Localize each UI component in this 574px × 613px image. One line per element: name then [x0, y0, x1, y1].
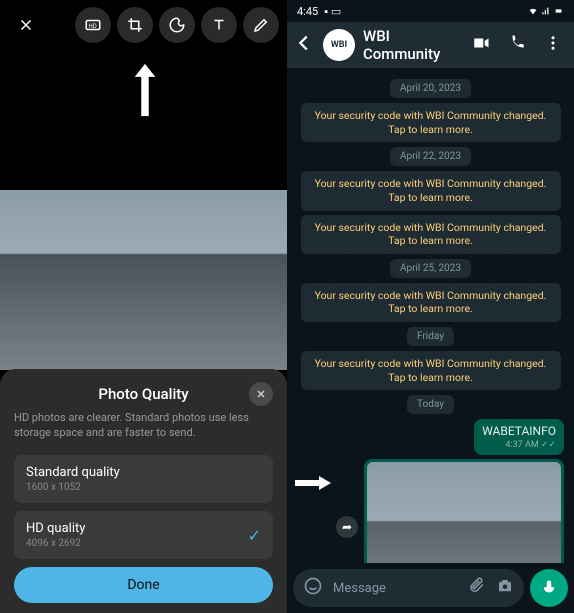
date-chip: Today	[407, 395, 454, 414]
forward-icon[interactable]: ➦	[336, 516, 358, 538]
system-message[interactable]: Your security code with WBI Community ch…	[301, 215, 561, 254]
message-input[interactable]: Message	[293, 569, 524, 607]
system-message[interactable]: Your security code with WBI Community ch…	[301, 171, 561, 210]
system-message[interactable]: Your security code with WBI Community ch…	[301, 103, 561, 142]
option-resolution: 1600 x 1052	[26, 482, 120, 493]
input-bar: Message	[287, 563, 574, 613]
date-chip: Friday	[407, 327, 454, 346]
more-icon[interactable]	[544, 34, 562, 56]
arrow-indicator-icon	[293, 475, 333, 495]
mic-button[interactable]	[530, 569, 568, 607]
input-placeholder: Message	[333, 581, 458, 596]
date-chip: April 25, 2023	[390, 259, 471, 278]
hd-toggle-button[interactable]: HD	[75, 7, 111, 43]
system-message[interactable]: Your security code with WBI Community ch…	[301, 351, 561, 390]
image-thumbnail[interactable]: HD 4:45 AM ✓	[367, 462, 561, 563]
close-button[interactable]	[8, 7, 44, 43]
option-name: Standard quality	[26, 465, 120, 480]
svg-text:HD: HD	[89, 23, 97, 30]
voice-call-icon[interactable]	[508, 34, 526, 56]
sticker-icon[interactable]	[159, 7, 195, 43]
signal-icon	[541, 6, 551, 16]
camera-icon[interactable]	[496, 577, 514, 599]
outgoing-message[interactable]: WABETAINFO 4:37 AM ✓✓	[474, 419, 564, 455]
quality-option-standard[interactable]: Standard quality 1600 x 1052	[14, 455, 273, 503]
option-resolution: 4096 x 2692	[26, 538, 85, 549]
date-chip: April 22, 2023	[390, 147, 471, 166]
chat-title[interactable]: WBI Community	[363, 27, 464, 63]
battery-icon	[554, 6, 564, 16]
photo-preview	[0, 190, 287, 370]
video-call-icon[interactable]	[472, 34, 490, 56]
system-message[interactable]: Your security code with WBI Community ch…	[301, 283, 561, 322]
message-text: WABETAINFO	[482, 424, 556, 438]
back-button[interactable]	[293, 32, 315, 58]
date-chip: April 20, 2023	[390, 79, 471, 98]
sheet-close-button[interactable]	[249, 382, 273, 406]
emoji-icon[interactable]	[303, 576, 323, 600]
draw-icon[interactable]	[243, 7, 279, 43]
text-icon[interactable]	[201, 7, 237, 43]
crop-icon[interactable]	[117, 7, 153, 43]
outgoing-image-message[interactable]: ➦ HD 4:45 AM ✓	[364, 459, 564, 563]
checkmark-icon: ✓	[248, 526, 261, 545]
attach-icon[interactable]	[468, 577, 486, 599]
option-name: HD quality	[26, 521, 85, 536]
status-time: 4:45	[297, 5, 318, 18]
photo-quality-sheet: Photo Quality HD photos are clearer. Sta…	[0, 369, 287, 613]
sheet-title: Photo Quality	[98, 385, 188, 403]
notif-icon: ▪ ▭	[324, 5, 341, 18]
message-time: 4:37 AM ✓✓	[482, 440, 556, 450]
avatar[interactable]: WBI	[323, 29, 355, 61]
done-button[interactable]: Done	[14, 567, 273, 603]
arrow-indicator-icon	[130, 55, 160, 125]
chat-header: WBI WBI Community	[287, 22, 574, 68]
sheet-description: HD photos are clearer. Standard photos u…	[14, 411, 273, 441]
status-bar: 4:45 ▪ ▭	[287, 0, 574, 22]
chat-body[interactable]: April 20, 2023 Your security code with W…	[287, 68, 574, 563]
quality-option-hd[interactable]: HD quality 4096 x 2692 ✓	[14, 511, 273, 559]
wifi-icon	[528, 6, 538, 16]
